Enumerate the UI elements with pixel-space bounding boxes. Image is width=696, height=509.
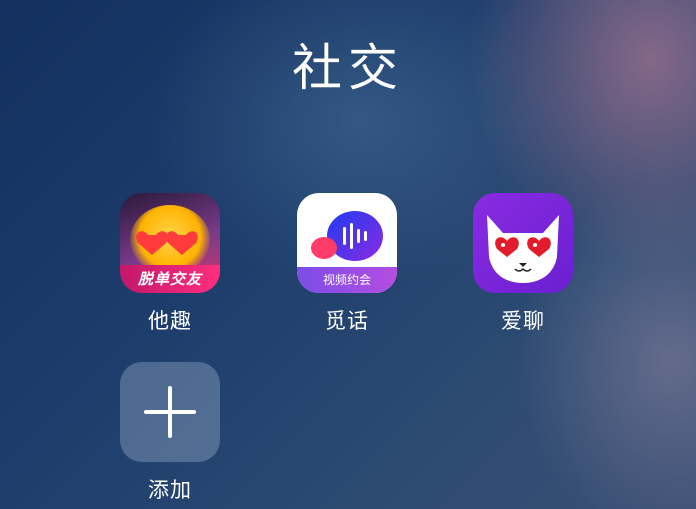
add-app-button[interactable]: 添加	[118, 362, 222, 504]
mihua-banner: 视频约会	[297, 267, 397, 293]
dots-bubble-icon	[311, 237, 337, 259]
plus-icon	[144, 386, 196, 438]
app-ailiao[interactable]: 爱聊	[471, 193, 575, 335]
cat-face-icon	[487, 215, 559, 283]
taqu-app-icon[interactable]: 脱单交友	[120, 193, 220, 293]
folder-title: 社交	[292, 39, 404, 97]
app-taqu[interactable]: 脱单交友 他趣	[118, 193, 222, 335]
app-label-mihua: 觅话	[325, 309, 369, 333]
add-app-tile[interactable]	[120, 362, 220, 462]
app-label-taqu: 他趣	[148, 309, 192, 333]
app-label-ailiao: 爱聊	[501, 309, 545, 333]
add-app-label: 添加	[148, 478, 192, 502]
mihua-app-icon[interactable]: 视频约会	[297, 193, 397, 293]
taqu-banner: 脱单交友	[120, 265, 220, 293]
ailiao-app-icon[interactable]	[473, 193, 573, 293]
app-mihua[interactable]: 视频约会 觅话	[295, 193, 399, 335]
